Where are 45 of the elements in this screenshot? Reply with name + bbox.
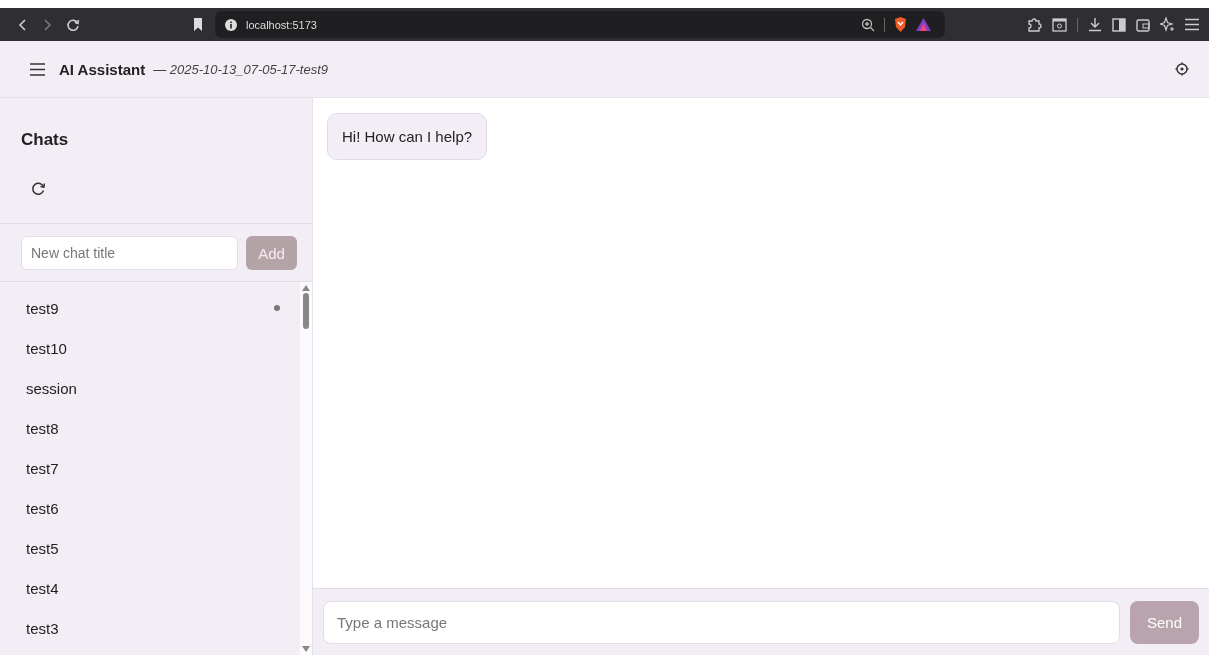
bookmark-icon[interactable]	[193, 18, 203, 31]
refresh-icon[interactable]	[31, 181, 46, 196]
chat-item[interactable]: test8	[0, 408, 300, 448]
chat-title: test7	[26, 459, 59, 477]
chat-title: test4	[26, 579, 59, 597]
sidebar-heading: Chats	[21, 130, 70, 150]
url-text: localhost:5173	[246, 18, 317, 31]
forward-icon[interactable]	[42, 17, 52, 32]
chat-item[interactable]: test9	[0, 288, 300, 328]
info-icon[interactable]	[225, 18, 237, 31]
chat-title: session	[26, 379, 77, 397]
chat-item[interactable]: session	[0, 368, 300, 408]
download-icon[interactable]	[1088, 17, 1102, 32]
back-icon[interactable]	[18, 17, 28, 32]
chat-item[interactable]: test3	[0, 608, 300, 648]
scroll-up-icon[interactable]	[302, 285, 310, 291]
sparkle-icon[interactable]	[1160, 17, 1175, 32]
chat-title: test3	[26, 619, 59, 637]
zoom-icon[interactable]	[861, 17, 875, 32]
sidebar-icon[interactable]	[1112, 17, 1126, 32]
puzzle-icon[interactable]	[1027, 17, 1042, 32]
message-bubble: Hi! How can I help?	[327, 113, 488, 160]
chat-title: test9	[26, 299, 59, 317]
chat-item[interactable]: test10	[0, 328, 300, 368]
scroll-down-icon[interactable]	[302, 646, 310, 652]
settings-icon[interactable]	[1175, 62, 1189, 76]
app-title: AI Assistant	[59, 60, 146, 78]
chat-item[interactable]: test7	[0, 448, 300, 488]
shield-icon[interactable]	[894, 17, 907, 32]
scrollbar[interactable]	[300, 282, 312, 655]
chat-title: test6	[26, 499, 59, 517]
address-bar[interactable]: localhost:5173	[215, 11, 945, 38]
chat-title: test5	[26, 539, 59, 557]
chat-title: test10	[26, 339, 67, 357]
chat-title: test8	[26, 419, 59, 437]
screenshot-icon[interactable]	[1052, 17, 1067, 32]
chat-subtitle: — 2025-10-13_07-05-17-test9	[153, 61, 329, 77]
chat-item[interactable]: test6	[0, 488, 300, 528]
wallet-icon[interactable]	[1136, 17, 1150, 32]
chat-item[interactable]: test5	[0, 528, 300, 568]
reload-icon[interactable]	[66, 17, 80, 32]
triangle-icon[interactable]	[916, 18, 931, 31]
menu-icon[interactable]	[30, 62, 45, 76]
scroll-thumb[interactable]	[303, 293, 309, 329]
chat-item[interactable]: test4	[0, 568, 300, 608]
